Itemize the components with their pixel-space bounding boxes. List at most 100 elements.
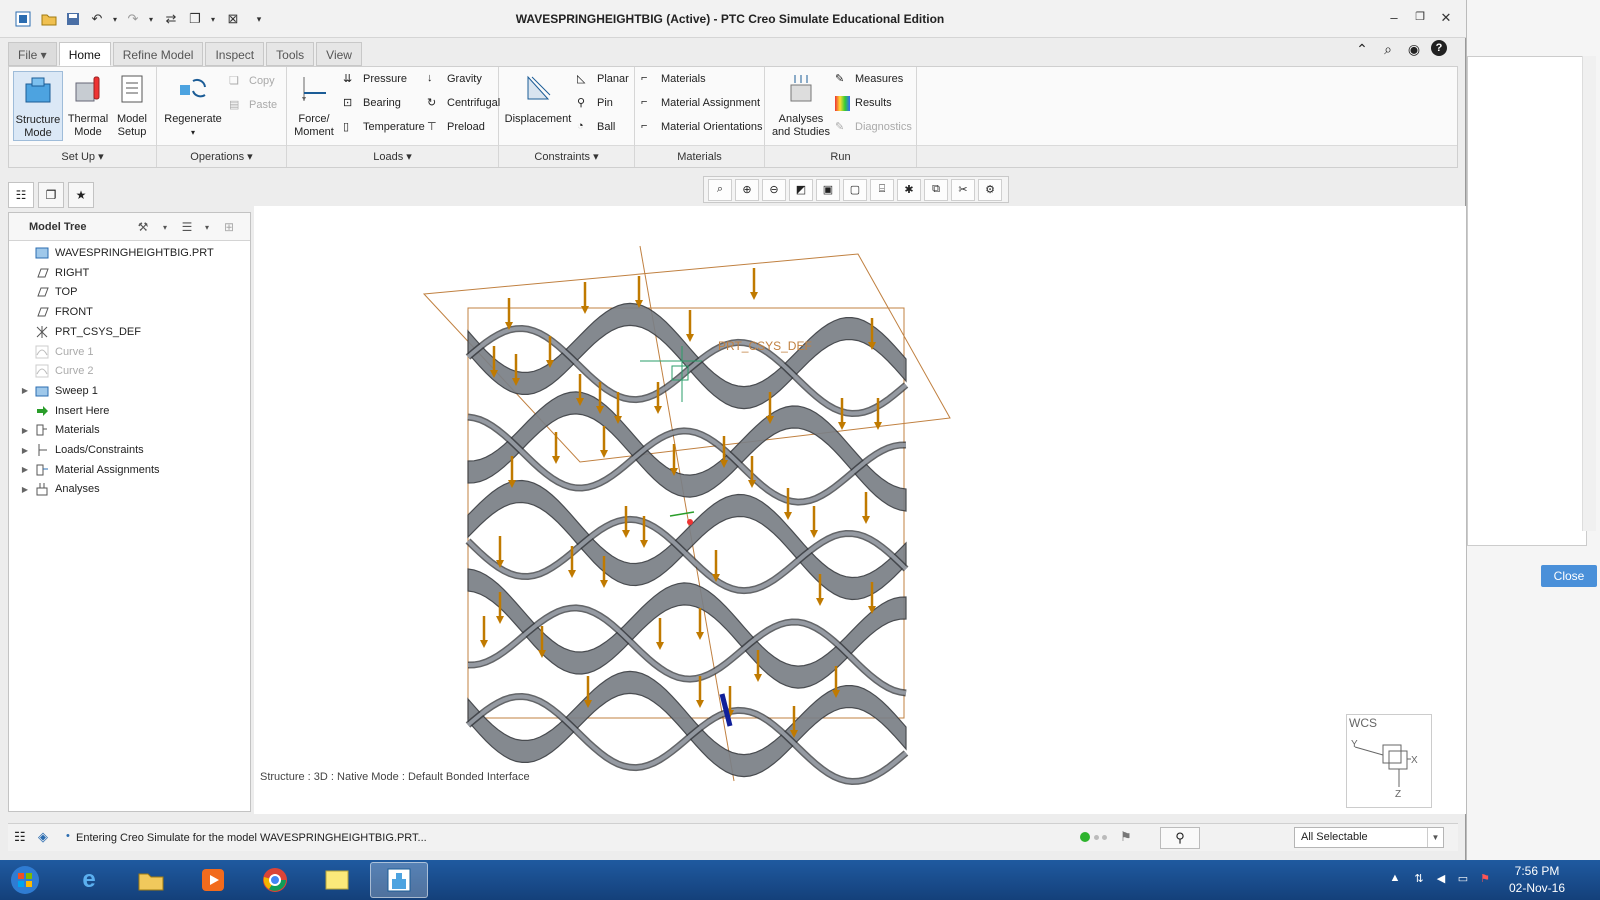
open-icon[interactable] (40, 10, 58, 28)
analyses-button[interactable]: Analyses and Studies (769, 71, 833, 141)
regenerate-dropdown-icon[interactable]: ▾ (161, 126, 225, 139)
displacement-button[interactable]: Displacement (503, 71, 573, 141)
tree-item-wavespringheightbig-prt[interactable]: WAVESPRINGHEIGHTBIG.PRT (19, 243, 214, 263)
taskbar-media[interactable] (184, 862, 242, 898)
close-window-icon[interactable]: ⊠ (224, 10, 242, 28)
results-button[interactable]: Results (835, 93, 892, 113)
pin-button[interactable]: ⚲ Pin (577, 93, 613, 113)
tab-tools[interactable]: Tools (266, 42, 315, 66)
selection-filter[interactable]: All Selectable ▼ (1294, 827, 1444, 848)
redo-dropdown-icon[interactable]: ▾ (142, 10, 160, 28)
expand-arrow-icon[interactable]: ▶ (19, 386, 31, 395)
expand-arrow-icon[interactable]: ▶ (19, 485, 31, 494)
tree-item-loads-constraints[interactable]: ▶ Loads/Constraints (19, 440, 144, 460)
loads-group-label[interactable]: Loads ▾ (287, 145, 498, 167)
annotation-display-icon[interactable]: ⧉ (924, 178, 948, 201)
background-close-button[interactable]: Close (1541, 565, 1597, 587)
refit-icon[interactable]: ⌕ (708, 178, 732, 201)
tab-refine-model[interactable]: Refine Model (112, 42, 204, 66)
material-assignment-button[interactable]: ⌐ Material Assignment (641, 93, 760, 113)
materials-button[interactable]: ⌐ Materials (641, 69, 706, 89)
start-button[interactable] (0, 862, 50, 898)
taskbar-sticky[interactable] (308, 862, 366, 898)
pressure-button[interactable]: ⇊ Pressure (343, 69, 407, 89)
bearing-button[interactable]: ⊡ Bearing (343, 93, 401, 113)
search-icon[interactable]: ⌕ (1379, 40, 1397, 58)
datum-display-icon[interactable]: ⚙ (978, 178, 1002, 201)
windows-dropdown-icon[interactable]: ▾ (204, 10, 222, 28)
perspective-icon[interactable]: ✱ (897, 178, 921, 201)
taskbar-explorer[interactable] (122, 862, 180, 898)
centrifugal-button[interactable]: ↻ Centrifugal (427, 93, 500, 113)
collapse-ribbon-icon[interactable]: ⌃ (1353, 40, 1371, 58)
gravity-button[interactable]: ↓ Gravity (427, 69, 482, 89)
ball-button[interactable]: ◔ Ball (577, 117, 615, 137)
tree-settings-icon[interactable]: ⚒ (133, 217, 153, 237)
regenerate-button[interactable]: Regenerate ▾ (161, 71, 225, 141)
minimize-icon[interactable]: – (1381, 10, 1407, 28)
tab-file[interactable]: File ▾ (8, 42, 57, 66)
undo-dropdown-icon[interactable]: ▾ (106, 10, 124, 28)
undo-icon[interactable]: ↶ (88, 10, 106, 28)
tab-home[interactable]: Home (58, 42, 111, 66)
diagnostics-button[interactable]: ✎ Diagnostics (835, 117, 912, 137)
thermal-mode-button[interactable]: Thermal Mode (63, 71, 113, 141)
flag-icon[interactable]: ⚑ (1120, 829, 1132, 845)
favorites-tab-icon[interactable]: ★ (68, 182, 94, 208)
temperature-button[interactable]: ▯ Temperature (343, 117, 425, 137)
tray-display-icon[interactable]: ▭ (1456, 872, 1470, 886)
spring-model-view[interactable]: PRT_CSYS_DEF (254, 206, 1466, 814)
tray-volume-icon[interactable]: ◀ (1434, 872, 1448, 886)
expand-arrow-icon[interactable]: ▶ (19, 426, 31, 435)
clock[interactable]: 7:56 PM 02-Nov-16 (1492, 863, 1582, 897)
force-moment-button[interactable]: Force/ Moment (289, 71, 339, 141)
tree-filter-icon[interactable]: ⊞ (219, 217, 239, 237)
tree-item-curve-2[interactable]: Curve 2 (19, 361, 94, 381)
redo-icon[interactable]: ↷ (124, 10, 142, 28)
preload-button[interactable]: ⊤ Preload (427, 117, 485, 137)
tree-settings-dropdown-icon[interactable]: ▾ (155, 217, 175, 237)
material-orientations-button[interactable]: ⌐ Material Orientations (641, 117, 763, 137)
repaint-icon[interactable]: ◩ (789, 178, 813, 201)
tree-item-top[interactable]: TOP (19, 282, 77, 302)
community-icon[interactable]: ◉ (1405, 40, 1423, 58)
display-style-icon[interactable]: ▣ (816, 178, 840, 201)
zoom-in-icon[interactable]: ⊕ (735, 178, 759, 201)
regenerate-quick-icon[interactable]: ⇄ (162, 10, 180, 28)
taskbar-creo[interactable] (370, 862, 428, 898)
graphics-window[interactable]: PRT_CSYS_DEF Structure : 3D : Native Mod… (254, 206, 1466, 814)
show-browser-icon[interactable]: ◈ (38, 829, 48, 845)
taskbar-ie[interactable]: e (60, 862, 118, 898)
expand-arrow-icon[interactable]: ▶ (19, 465, 31, 474)
background-scrollbar[interactable] (1582, 56, 1596, 531)
find-icon[interactable]: ⚲ (1160, 827, 1200, 849)
customize-toolbar-icon[interactable]: ▾ (250, 10, 268, 28)
tree-item-curve-1[interactable]: Curve 1 (19, 342, 94, 362)
expand-arrow-icon[interactable]: ▶ (19, 446, 31, 455)
tray-network-icon[interactable]: ⇅ (1412, 872, 1426, 886)
tree-item-prt-csys-def[interactable]: PRT_CSYS_DEF (19, 322, 141, 342)
taskbar-chrome[interactable] (246, 862, 304, 898)
tree-item-right[interactable]: RIGHT (19, 263, 89, 283)
model-tree-tab-icon[interactable]: ☷ (8, 182, 34, 208)
tree-columns-icon[interactable]: ☰ (177, 217, 197, 237)
tree-item-analyses[interactable]: ▶ Analyses (19, 479, 100, 499)
tab-inspect[interactable]: Inspect (205, 42, 265, 66)
model-setup-button[interactable]: Model Setup (107, 71, 157, 141)
tab-view[interactable]: View (316, 42, 362, 66)
tree-item-insert-here[interactable]: Insert Here (19, 401, 109, 421)
tree-item-sweep-1[interactable]: ▶ Sweep 1 (19, 381, 98, 401)
simulation-display-icon[interactable]: ✂ (951, 178, 975, 201)
structure-mode-button[interactable]: Structure Mode (13, 71, 63, 141)
tree-columns-dropdown-icon[interactable]: ▾ (197, 217, 217, 237)
tree-item-material-assignments[interactable]: ▶ Material Assignments (19, 460, 160, 480)
constraints-group-label[interactable]: Constraints ▾ (499, 145, 634, 167)
close-icon[interactable]: ✕ (1433, 10, 1459, 28)
saved-orientations-icon[interactable]: ▢ (843, 178, 867, 201)
tray-flag-icon[interactable]: ⚑ (1478, 872, 1492, 886)
setup-group-label[interactable]: Set Up ▾ (9, 145, 156, 167)
tree-item-front[interactable]: FRONT (19, 302, 93, 322)
tray-expand-icon[interactable]: ▲ (1388, 872, 1402, 886)
restore-icon[interactable]: ❐ (1407, 10, 1433, 28)
help-icon[interactable]: ? (1431, 40, 1447, 56)
